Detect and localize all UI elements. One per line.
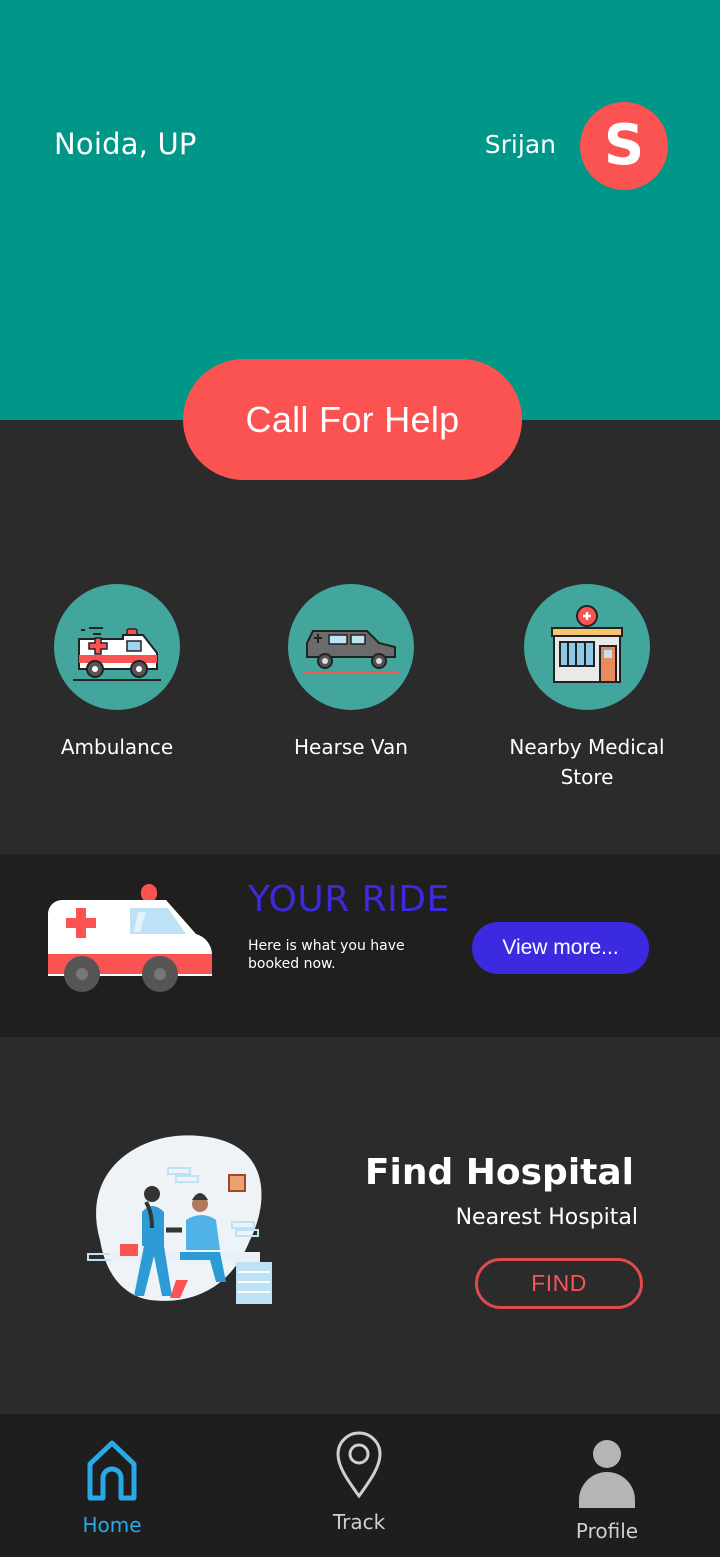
view-more-button[interactable]: View more... <box>472 922 649 974</box>
location-pin-icon <box>336 1431 382 1499</box>
bottom-tab-bar: Home Track Profile <box>0 1414 720 1557</box>
tab-label: Home <box>82 1513 142 1537</box>
home-icon <box>87 1440 137 1501</box>
find-hospital-subtitle: Nearest Hospital <box>455 1205 638 1230</box>
service-label: Nearby Medical Store <box>509 735 665 789</box>
tab-label: Track <box>332 1510 386 1534</box>
service-hearse-van[interactable]: Hearse Van <box>261 584 441 762</box>
find-button[interactable]: FIND <box>475 1258 643 1309</box>
ride-subtitle: Here is what you have booked now. <box>248 938 405 972</box>
service-label: Ambulance <box>60 735 174 759</box>
tab-label: Profile <box>575 1519 639 1543</box>
hearse-van-icon <box>288 584 414 710</box>
header: Noida, UP Srijan S <box>0 0 720 420</box>
medical-store-icon <box>524 584 650 710</box>
tab-profile[interactable]: Profile <box>557 1414 657 1557</box>
avatar[interactable]: S <box>580 102 668 190</box>
tab-home[interactable]: Home <box>62 1414 162 1557</box>
find-hospital-title: Find Hospital <box>364 1152 634 1193</box>
ambulance-illustration <box>48 884 212 992</box>
username-label: Srijan <box>484 130 556 159</box>
your-ride-banner: YOUR RIDE Here is what you have booked n… <box>0 854 720 1037</box>
doctor-patient-illustration <box>87 1135 272 1304</box>
tab-track[interactable]: Track <box>309 1414 409 1557</box>
ambulance-icon <box>54 584 180 710</box>
service-label: Hearse Van <box>294 735 408 759</box>
service-nearby-medical-store[interactable]: Nearby Medical Store <box>497 584 677 792</box>
location-label[interactable]: Noida, UP <box>54 127 197 161</box>
person-icon <box>579 1440 635 1508</box>
ride-title: YOUR RIDE <box>248 879 450 920</box>
call-for-help-button[interactable]: Call For Help <box>183 359 522 480</box>
service-ambulance[interactable]: Ambulance <box>27 584 207 762</box>
